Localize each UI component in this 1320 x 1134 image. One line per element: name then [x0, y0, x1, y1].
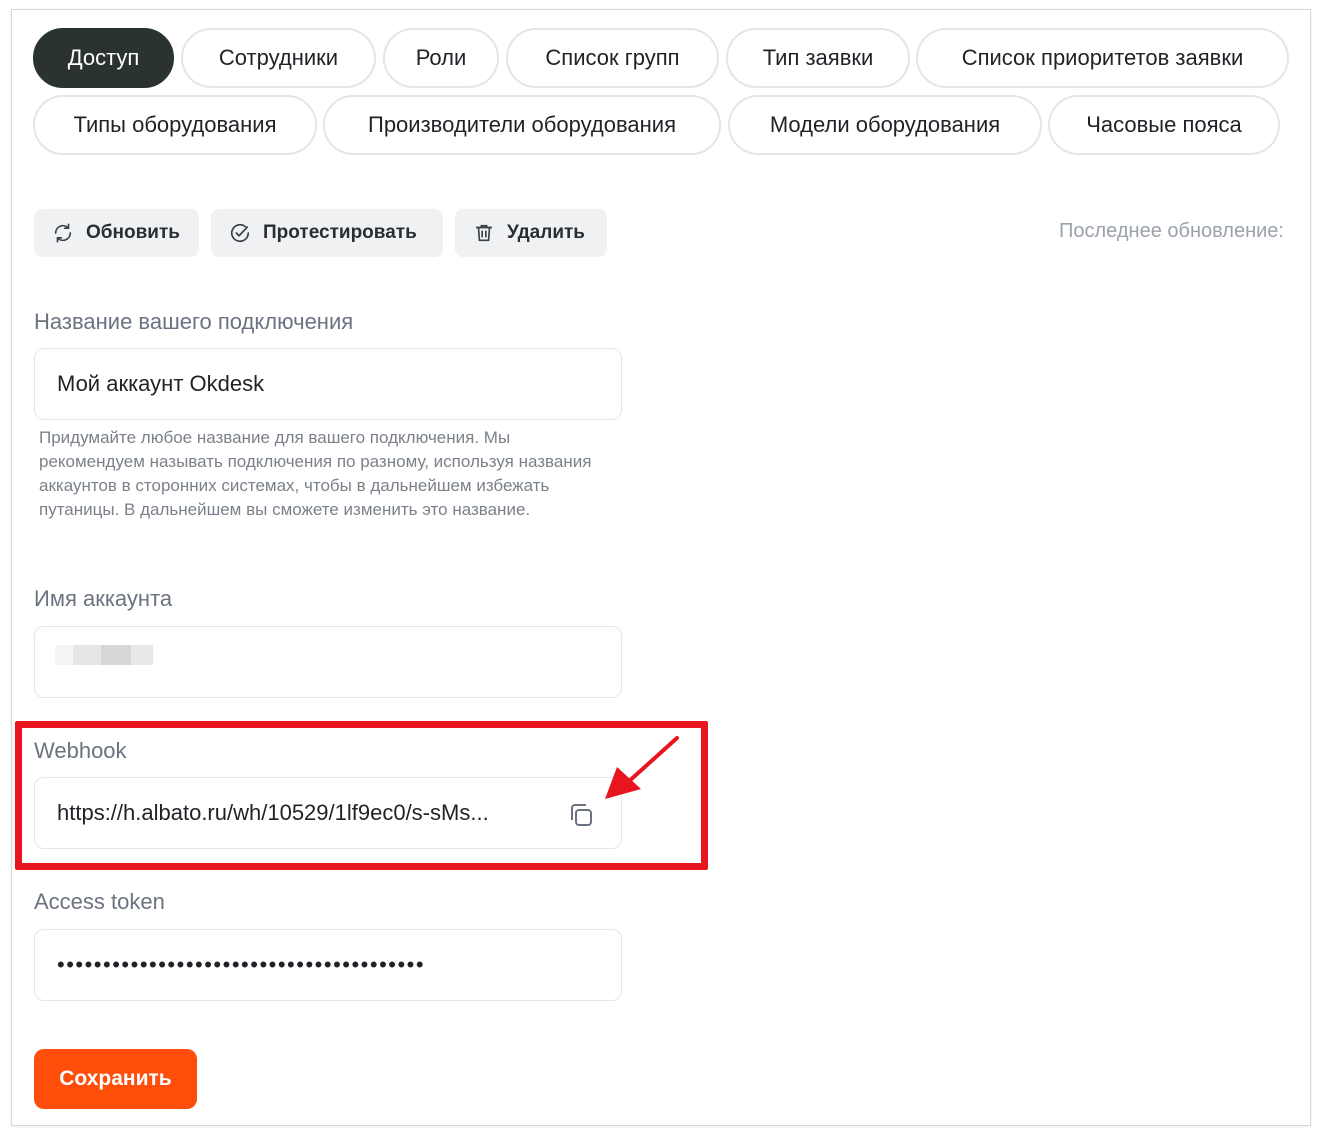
access-token-value: ••••••••••••••••••••••••••••••••••••••••	[57, 952, 426, 977]
account-name-label: Имя аккаунта	[34, 586, 173, 611]
refresh-button[interactable]: Обновить	[34, 209, 199, 257]
test-button[interactable]: Протестировать	[211, 209, 443, 257]
tab-equipment-manufacturers[interactable]: Производители оборудования	[323, 95, 721, 155]
arrow-pointer-icon	[605, 736, 679, 799]
tab-access[interactable]: Доступ	[33, 28, 174, 88]
test-label: Протестировать	[263, 222, 417, 243]
tab-time-zones[interactable]: Часовые пояса	[1048, 95, 1280, 155]
delete-button[interactable]: Удалить	[455, 209, 607, 257]
last-update-label: Последнее обновление:	[1059, 220, 1284, 242]
account-name-input[interactable]	[34, 626, 622, 698]
connection-name-label: Название вашего подключения	[34, 309, 354, 334]
redacted-value	[55, 645, 153, 665]
refresh-label: Обновить	[86, 222, 180, 243]
access-token-label: Access token	[34, 889, 165, 914]
tab-group-list[interactable]: Список групп	[506, 28, 719, 88]
delete-label: Удалить	[507, 222, 585, 243]
check-circle-icon	[230, 223, 250, 242]
access-token-input[interactable]: ••••••••••••••••••••••••••••••••••••••••	[34, 929, 622, 1001]
connection-name-input[interactable]: Мой аккаунт Okdesk	[34, 348, 622, 420]
settings-panel: Доступ Сотрудники Роли Список групп Тип …	[11, 9, 1311, 1126]
tab-equipment-models[interactable]: Модели оборудования	[728, 95, 1042, 155]
tab-roles[interactable]: Роли	[383, 28, 499, 88]
connection-name-value: Мой аккаунт Okdesk	[57, 371, 265, 396]
connection-name-hint: Придумайте любое название для вашего под…	[39, 428, 592, 519]
tab-request-type[interactable]: Тип заявки	[726, 28, 910, 88]
trash-icon	[475, 224, 493, 242]
tab-request-priorities[interactable]: Список приоритетов заявки	[916, 28, 1289, 88]
tab-employees[interactable]: Сотрудники	[181, 28, 376, 88]
save-button[interactable]: Сохранить	[34, 1049, 197, 1109]
refresh-icon	[54, 223, 72, 243]
tab-equipment-types[interactable]: Типы оборудования	[33, 95, 317, 155]
